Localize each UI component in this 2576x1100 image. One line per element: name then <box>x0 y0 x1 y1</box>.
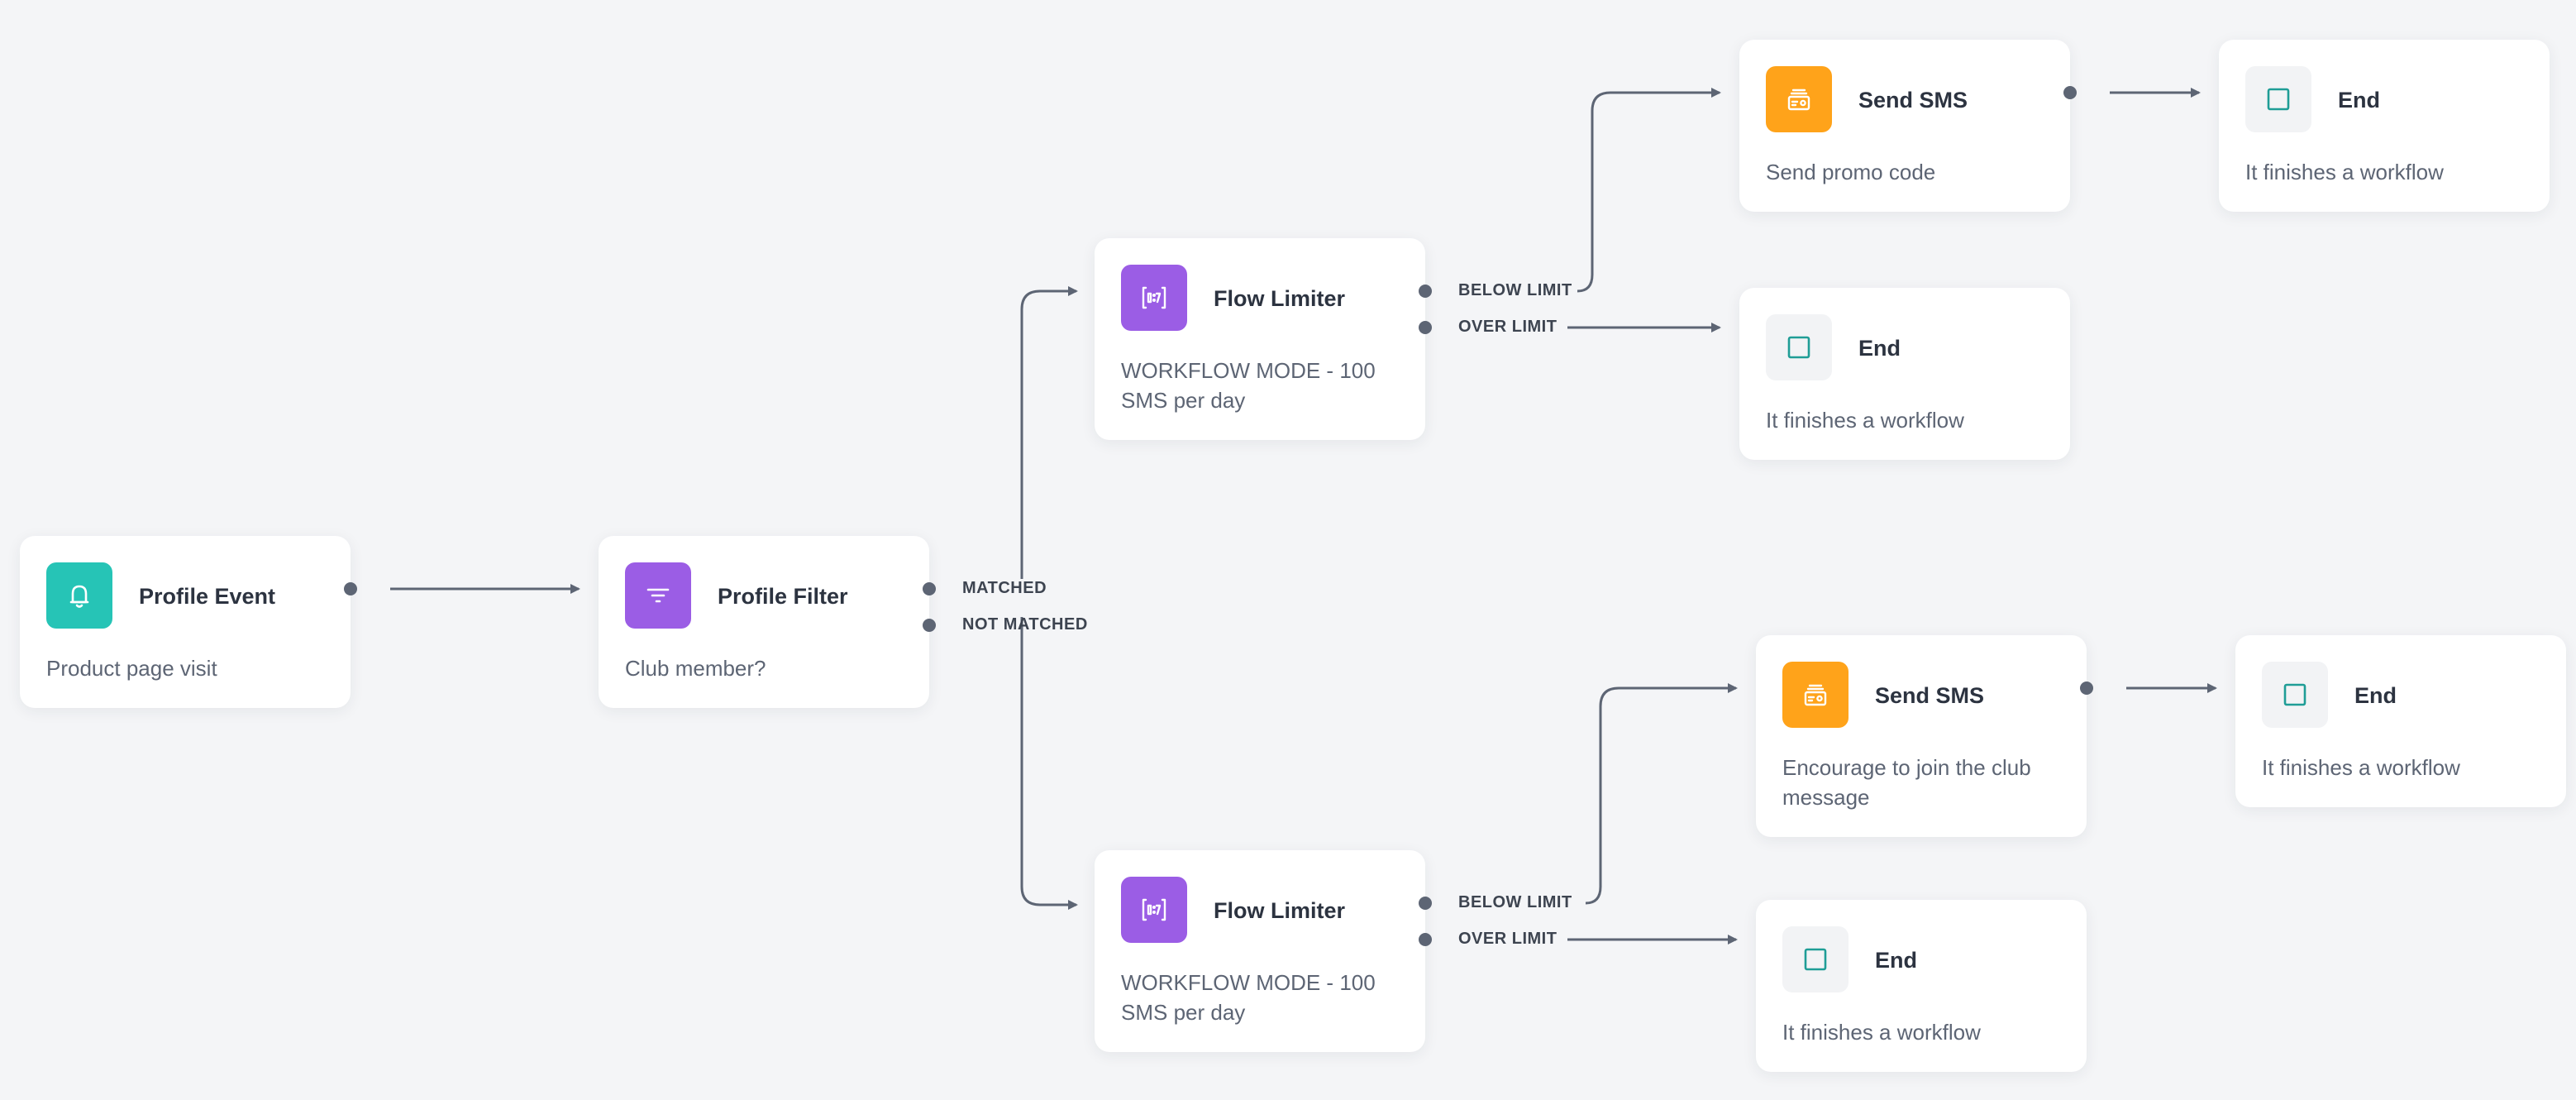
connector-matched-to-limiter-top <box>1020 286 1078 579</box>
sms-icon <box>1766 66 1832 132</box>
bell-icon <box>46 562 112 629</box>
port-below-limit[interactable] <box>1419 897 1432 910</box>
node-title: Send SMS <box>1858 88 1968 112</box>
end-square-icon <box>1782 926 1849 992</box>
node-description: Club member? <box>625 656 766 681</box>
node-title: End <box>1858 336 1901 361</box>
node-description: Product page visit <box>46 656 217 681</box>
node-title: Flow Limiter <box>1214 898 1346 923</box>
node-title: End <box>1875 948 1917 973</box>
node-send-sms-bottom[interactable]: Send SMS Encourage to join the club mess… <box>1756 635 2087 837</box>
node-description: WORKFLOW MODE - 100 SMS per day <box>1121 358 1376 413</box>
node-description: It finishes a workflow <box>1782 1020 1981 1045</box>
node-end-4[interactable]: End It finishes a workflow <box>1756 900 2087 1072</box>
end-square-icon <box>2245 66 2311 132</box>
node-description: Send promo code <box>1766 160 1936 184</box>
port-label-below-limit: BELOW LIMIT <box>1458 281 1572 299</box>
filter-icon <box>625 562 691 629</box>
node-description: It finishes a workflow <box>2245 160 2444 184</box>
node-description: It finishes a workflow <box>1766 408 1964 433</box>
connector-below-top-to-sms <box>1577 88 1721 293</box>
port-over-limit[interactable] <box>1419 933 1432 946</box>
node-end-2[interactable]: End It finishes a workflow <box>1739 288 2070 460</box>
node-title: End <box>2338 88 2380 112</box>
connector-not-matched-to-limiter-bottom <box>1020 617 1078 910</box>
port-below-limit[interactable] <box>1419 285 1432 298</box>
port-label-matched: MATCHED <box>962 579 1047 597</box>
flow-limiter-icon <box>1121 877 1187 943</box>
node-title: Flow Limiter <box>1214 286 1346 311</box>
node-flow-limiter-bottom[interactable]: Flow Limiter WORKFLOW MODE - 100 SMS per… <box>1095 850 1425 1052</box>
port-over-limit[interactable] <box>1419 321 1432 334</box>
port-label-over-limit: OVER LIMIT <box>1458 318 1558 336</box>
node-description: WORKFLOW MODE - 100 SMS per day <box>1121 970 1376 1025</box>
connector-below-bottom-to-sms <box>1585 683 1738 905</box>
port-send-sms-bottom-out[interactable] <box>2080 682 2093 695</box>
node-description: Encourage to join the club message <box>1782 755 2031 810</box>
port-matched[interactable] <box>923 582 936 595</box>
node-title: Profile Event <box>139 584 276 609</box>
node-profile-filter[interactable]: Profile Filter Club member? <box>599 536 929 708</box>
end-square-icon <box>1766 314 1832 380</box>
sms-icon <box>1782 662 1849 728</box>
node-title: End <box>2354 683 2397 708</box>
node-title: Send SMS <box>1875 683 1985 708</box>
port-send-sms-top-out[interactable] <box>2063 86 2077 99</box>
node-end-1[interactable]: End It finishes a workflow <box>2219 40 2550 212</box>
port-label-below-limit: BELOW LIMIT <box>1458 893 1572 911</box>
end-square-icon <box>2262 662 2328 728</box>
node-end-3[interactable]: End It finishes a workflow <box>2235 635 2566 807</box>
port-label-over-limit: OVER LIMIT <box>1458 930 1558 948</box>
workflow-canvas[interactable]: Profile Event Product page visit Profile… <box>0 0 2576 1100</box>
node-description: It finishes a workflow <box>2262 755 2460 780</box>
port-not-matched[interactable] <box>923 619 936 632</box>
port-profile-event-out[interactable] <box>344 582 357 595</box>
node-flow-limiter-top[interactable]: Flow Limiter WORKFLOW MODE - 100 SMS per… <box>1095 238 1425 440</box>
node-profile-event[interactable]: Profile Event Product page visit <box>20 536 351 708</box>
port-label-not-matched: NOT MATCHED <box>962 615 1088 634</box>
node-title: Profile Filter <box>718 584 848 609</box>
node-send-sms-top[interactable]: Send SMS Send promo code <box>1739 40 2070 212</box>
flow-limiter-icon <box>1121 265 1187 331</box>
